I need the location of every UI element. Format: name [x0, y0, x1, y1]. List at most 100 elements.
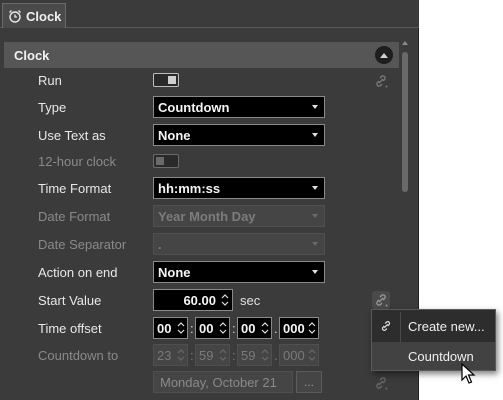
spinner-arrows-icon[interactable]: [219, 321, 227, 335]
spinner-arrows-icon[interactable]: [261, 321, 269, 335]
hour12-toggle: [153, 154, 179, 168]
tab-clock[interactable]: Clock: [2, 3, 66, 28]
run-toggle[interactable]: [153, 73, 179, 87]
spinner-arrows-icon: [308, 349, 316, 361]
time-separator: :: [232, 348, 236, 363]
link-icon: [381, 321, 391, 331]
row-countdown-to: Countdown to 23 : 59 : 59 . 000: [0, 344, 400, 368]
use-text-as-value: None: [158, 128, 191, 143]
spinner-arrows-icon[interactable]: [308, 321, 316, 335]
chevron-down-icon: [312, 270, 318, 274]
chevron-up-icon: [380, 53, 388, 58]
countdown-seconds: 59: [237, 344, 272, 366]
row-time-format: Time Format hh:mm:ss: [0, 177, 400, 201]
ms-separator: .: [274, 321, 278, 336]
scrollbar-thumb[interactable]: [402, 52, 408, 192]
start-value-unit: sec: [240, 293, 261, 308]
minutes-value: 59: [199, 348, 214, 363]
time-separator: :: [190, 321, 194, 336]
spinner-arrows-icon[interactable]: [221, 293, 229, 307]
time-offset-seconds[interactable]: 00: [237, 317, 272, 339]
action-on-end-value: None: [158, 265, 191, 280]
date-format-dropdown: Year Month Day: [153, 205, 325, 227]
countdown-minutes: 59: [195, 344, 230, 366]
countdown-to-label: Countdown to: [38, 348, 119, 363]
scroll-up-arrow-icon[interactable]: [402, 40, 408, 46]
chevron-down-icon: [312, 105, 318, 109]
type-dropdown[interactable]: Countdown: [153, 96, 325, 118]
hour12-label: 12-hour clock: [38, 154, 117, 169]
row-time-offset: Time offset 00 : 00 : 00 . 000: [0, 317, 400, 341]
row-type: Type Countdown: [0, 96, 400, 120]
row-run: Run: [0, 69, 400, 93]
time-offset-minutes[interactable]: 00: [195, 317, 230, 339]
time-format-dropdown[interactable]: hh:mm:ss: [153, 177, 325, 199]
date-picker-label: ...: [303, 375, 314, 389]
spinner-arrows-icon: [177, 349, 185, 361]
row-start-value: Start Value 60.00 sec: [0, 289, 400, 313]
collapse-button[interactable]: [375, 46, 393, 64]
toggle-knob: [156, 157, 164, 165]
time-separator: :: [232, 321, 236, 336]
chevron-down-icon: [312, 214, 318, 218]
action-on-end-dropdown[interactable]: None: [153, 261, 325, 283]
time-separator: :: [190, 348, 194, 363]
date-separator-value: .: [158, 237, 162, 252]
time-offset-label: Time offset: [38, 321, 102, 336]
section-header-clock[interactable]: Clock: [4, 42, 399, 68]
row-date-format: Date Format Year Month Day: [0, 205, 400, 229]
time-format-label: Time Format: [38, 181, 112, 196]
chevron-down-icon: [312, 186, 318, 190]
link-icon: [376, 377, 388, 390]
date-format-label: Date Format: [38, 209, 111, 224]
minutes-value: 00: [199, 321, 214, 336]
chevron-down-icon: [312, 133, 318, 137]
countdown-hours: 23: [153, 344, 188, 366]
link-button[interactable]: [372, 291, 390, 309]
tab-bar: Clock: [0, 0, 419, 28]
start-value-spinner[interactable]: 60.00: [153, 289, 233, 311]
chevron-down-icon: [312, 242, 318, 246]
properties-panel: Clock Clock Run Type Countdown Use Text …: [0, 0, 419, 400]
countdown-date-value: Monday, October 21: [160, 375, 277, 390]
toggle-knob: [168, 76, 176, 84]
milliseconds-value: 000: [283, 321, 305, 336]
start-value-value: 60.00: [183, 293, 216, 308]
section-title: Clock: [14, 47, 50, 63]
link-icon[interactable]: [374, 74, 388, 88]
date-picker-button: ...: [296, 371, 322, 393]
menu-item-label: Countdown: [408, 349, 474, 364]
use-text-as-dropdown[interactable]: None: [153, 124, 325, 146]
hours-value: 23: [157, 348, 172, 363]
time-offset-hours[interactable]: 00: [153, 317, 188, 339]
time-offset-milliseconds[interactable]: 000: [279, 317, 319, 339]
link-icon: [376, 294, 388, 307]
milliseconds-value: 000: [283, 348, 305, 363]
countdown-date-field: Monday, October 21: [153, 371, 293, 393]
type-value: Countdown: [158, 100, 230, 115]
date-separator-dropdown: .: [153, 233, 325, 255]
date-format-value: Year Month Day: [158, 209, 256, 224]
row-use-text-as: Use Text as None: [0, 124, 400, 148]
row-countdown-date: Monday, October 21 ...: [0, 371, 400, 395]
date-separator-label: Date Separator: [38, 237, 127, 252]
action-on-end-label: Action on end: [38, 265, 118, 280]
seconds-value: 59: [241, 348, 256, 363]
type-label: Type: [38, 100, 67, 115]
row-date-separator: Date Separator .: [0, 233, 400, 257]
spinner-arrows-icon[interactable]: [177, 321, 185, 335]
time-format-value: hh:mm:ss: [158, 181, 221, 196]
run-label: Run: [38, 73, 62, 88]
spinner-arrows-icon: [219, 349, 227, 361]
alarm-clock-icon: [9, 10, 21, 23]
seconds-value: 00: [241, 321, 256, 336]
hours-value: 00: [157, 321, 172, 336]
mouse-cursor-icon: [461, 363, 476, 384]
use-text-as-label: Use Text as: [38, 128, 106, 143]
menu-item-create-new[interactable]: Create new...: [372, 312, 495, 340]
spinner-arrows-icon: [261, 349, 269, 361]
countdown-milliseconds: 000: [279, 344, 319, 366]
ms-separator: .: [274, 348, 278, 363]
row-12-hour-clock: 12-hour clock: [0, 150, 400, 174]
row-action-on-end: Action on end None: [0, 261, 400, 285]
